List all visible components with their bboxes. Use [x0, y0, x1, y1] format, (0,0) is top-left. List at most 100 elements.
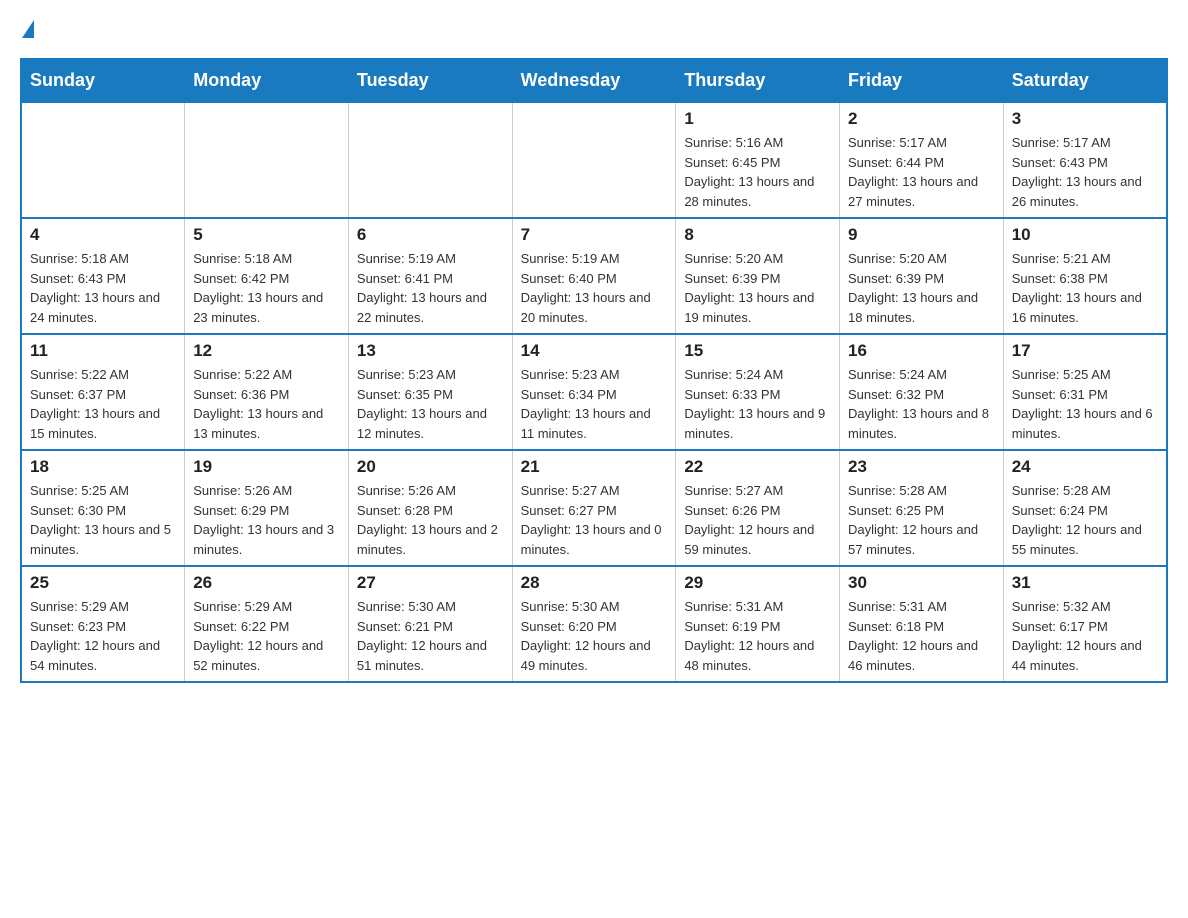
- calendar-header-monday: Monday: [185, 59, 349, 102]
- day-info: Sunrise: 5:25 AMSunset: 6:31 PMDaylight:…: [1012, 365, 1158, 443]
- calendar-cell: 12 Sunrise: 5:22 AMSunset: 6:36 PMDayligh…: [185, 334, 349, 450]
- day-number: 3: [1012, 109, 1158, 129]
- day-info: Sunrise: 5:28 AMSunset: 6:25 PMDaylight:…: [848, 481, 995, 559]
- calendar-week-row: 1 Sunrise: 5:16 AMSunset: 6:45 PMDaylight…: [21, 102, 1167, 218]
- calendar-header-row: SundayMondayTuesdayWednesdayThursdayFrid…: [21, 59, 1167, 102]
- calendar-cell: 10 Sunrise: 5:21 AMSunset: 6:38 PMDayligh…: [1003, 218, 1167, 334]
- day-info: Sunrise: 5:23 AMSunset: 6:35 PMDaylight:…: [357, 365, 504, 443]
- day-number: 7: [521, 225, 668, 245]
- day-info: Sunrise: 5:22 AMSunset: 6:37 PMDaylight:…: [30, 365, 176, 443]
- day-number: 2: [848, 109, 995, 129]
- day-number: 15: [684, 341, 831, 361]
- day-info: Sunrise: 5:21 AMSunset: 6:38 PMDaylight:…: [1012, 249, 1158, 327]
- calendar-cell: 11 Sunrise: 5:22 AMSunset: 6:37 PMDayligh…: [21, 334, 185, 450]
- calendar-header-thursday: Thursday: [676, 59, 840, 102]
- day-info: Sunrise: 5:16 AMSunset: 6:45 PMDaylight:…: [684, 133, 831, 211]
- day-info: Sunrise: 5:29 AMSunset: 6:22 PMDaylight:…: [193, 597, 340, 675]
- calendar-cell: 31 Sunrise: 5:32 AMSunset: 6:17 PMDayligh…: [1003, 566, 1167, 682]
- day-info: Sunrise: 5:31 AMSunset: 6:18 PMDaylight:…: [848, 597, 995, 675]
- calendar-cell: 23 Sunrise: 5:28 AMSunset: 6:25 PMDayligh…: [840, 450, 1004, 566]
- day-number: 19: [193, 457, 340, 477]
- day-number: 9: [848, 225, 995, 245]
- day-number: 6: [357, 225, 504, 245]
- day-info: Sunrise: 5:27 AMSunset: 6:27 PMDaylight:…: [521, 481, 668, 559]
- calendar-week-row: 11 Sunrise: 5:22 AMSunset: 6:37 PMDayligh…: [21, 334, 1167, 450]
- day-info: Sunrise: 5:23 AMSunset: 6:34 PMDaylight:…: [521, 365, 668, 443]
- calendar-cell: 24 Sunrise: 5:28 AMSunset: 6:24 PMDayligh…: [1003, 450, 1167, 566]
- day-info: Sunrise: 5:24 AMSunset: 6:33 PMDaylight:…: [684, 365, 831, 443]
- calendar-cell: 19Sunrise: 5:26 AMSunset: 6:29 PMDayligh…: [185, 450, 349, 566]
- day-number: 11: [30, 341, 176, 361]
- day-number: 27: [357, 573, 504, 593]
- day-number: 26: [193, 573, 340, 593]
- day-info: Sunrise: 5:20 AMSunset: 6:39 PMDaylight:…: [684, 249, 831, 327]
- day-info: Sunrise: 5:18 AMSunset: 6:43 PMDaylight:…: [30, 249, 176, 327]
- day-number: 30: [848, 573, 995, 593]
- calendar-cell: 5 Sunrise: 5:18 AMSunset: 6:42 PMDaylight…: [185, 218, 349, 334]
- calendar-cell: 16 Sunrise: 5:24 AMSunset: 6:32 PMDayligh…: [840, 334, 1004, 450]
- calendar-cell: 25 Sunrise: 5:29 AMSunset: 6:23 PMDayligh…: [21, 566, 185, 682]
- day-number: 25: [30, 573, 176, 593]
- calendar-cell: 20Sunrise: 5:26 AMSunset: 6:28 PMDayligh…: [348, 450, 512, 566]
- calendar-cell: 6Sunrise: 5:19 AMSunset: 6:41 PMDaylight…: [348, 218, 512, 334]
- day-info: Sunrise: 5:20 AMSunset: 6:39 PMDaylight:…: [848, 249, 995, 327]
- calendar-cell: 3 Sunrise: 5:17 AMSunset: 6:43 PMDaylight…: [1003, 102, 1167, 218]
- day-number: 4: [30, 225, 176, 245]
- day-info: Sunrise: 5:28 AMSunset: 6:24 PMDaylight:…: [1012, 481, 1158, 559]
- calendar-cell: 30 Sunrise: 5:31 AMSunset: 6:18 PMDayligh…: [840, 566, 1004, 682]
- calendar-cell: 4 Sunrise: 5:18 AMSunset: 6:43 PMDaylight…: [21, 218, 185, 334]
- calendar-cell: [348, 102, 512, 218]
- day-info: Sunrise: 5:24 AMSunset: 6:32 PMDaylight:…: [848, 365, 995, 443]
- day-number: 10: [1012, 225, 1158, 245]
- day-number: 20: [357, 457, 504, 477]
- calendar-header-saturday: Saturday: [1003, 59, 1167, 102]
- day-info: Sunrise: 5:27 AMSunset: 6:26 PMDaylight:…: [684, 481, 831, 559]
- day-info: Sunrise: 5:22 AMSunset: 6:36 PMDaylight:…: [193, 365, 340, 443]
- day-info: Sunrise: 5:31 AMSunset: 6:19 PMDaylight:…: [684, 597, 831, 675]
- calendar-cell: [21, 102, 185, 218]
- day-number: 5: [193, 225, 340, 245]
- calendar-cell: 21 Sunrise: 5:27 AMSunset: 6:27 PMDayligh…: [512, 450, 676, 566]
- calendar-table: SundayMondayTuesdayWednesdayThursdayFrid…: [20, 58, 1168, 683]
- calendar-cell: 9 Sunrise: 5:20 AMSunset: 6:39 PMDaylight…: [840, 218, 1004, 334]
- calendar-cell: 15 Sunrise: 5:24 AMSunset: 6:33 PMDayligh…: [676, 334, 840, 450]
- day-number: 18: [30, 457, 176, 477]
- calendar-cell: 13Sunrise: 5:23 AMSunset: 6:35 PMDayligh…: [348, 334, 512, 450]
- calendar-cell: 22 Sunrise: 5:27 AMSunset: 6:26 PMDayligh…: [676, 450, 840, 566]
- day-info: Sunrise: 5:17 AMSunset: 6:43 PMDaylight:…: [1012, 133, 1158, 211]
- day-info: Sunrise: 5:25 AMSunset: 6:30 PMDaylight:…: [30, 481, 176, 559]
- calendar-header-wednesday: Wednesday: [512, 59, 676, 102]
- calendar-cell: 29Sunrise: 5:31 AMSunset: 6:19 PMDayligh…: [676, 566, 840, 682]
- calendar-cell: 18 Sunrise: 5:25 AMSunset: 6:30 PMDayligh…: [21, 450, 185, 566]
- day-info: Sunrise: 5:19 AMSunset: 6:40 PMDaylight:…: [521, 249, 668, 327]
- calendar-cell: 7 Sunrise: 5:19 AMSunset: 6:40 PMDaylight…: [512, 218, 676, 334]
- calendar-cell: 2 Sunrise: 5:17 AMSunset: 6:44 PMDaylight…: [840, 102, 1004, 218]
- day-number: 17: [1012, 341, 1158, 361]
- day-number: 21: [521, 457, 668, 477]
- day-info: Sunrise: 5:32 AMSunset: 6:17 PMDaylight:…: [1012, 597, 1158, 675]
- calendar-header-tuesday: Tuesday: [348, 59, 512, 102]
- calendar-cell: 26 Sunrise: 5:29 AMSunset: 6:22 PMDayligh…: [185, 566, 349, 682]
- calendar-cell: 1 Sunrise: 5:16 AMSunset: 6:45 PMDaylight…: [676, 102, 840, 218]
- day-number: 24: [1012, 457, 1158, 477]
- calendar-cell: 28Sunrise: 5:30 AMSunset: 6:20 PMDayligh…: [512, 566, 676, 682]
- calendar-cell: [185, 102, 349, 218]
- page-header: [20, 20, 1168, 38]
- day-number: 1: [684, 109, 831, 129]
- calendar-week-row: 25 Sunrise: 5:29 AMSunset: 6:23 PMDayligh…: [21, 566, 1167, 682]
- day-info: Sunrise: 5:29 AMSunset: 6:23 PMDaylight:…: [30, 597, 176, 675]
- logo: [20, 20, 40, 38]
- calendar-week-row: 18 Sunrise: 5:25 AMSunset: 6:30 PMDayligh…: [21, 450, 1167, 566]
- calendar-week-row: 4 Sunrise: 5:18 AMSunset: 6:43 PMDaylight…: [21, 218, 1167, 334]
- day-number: 23: [848, 457, 995, 477]
- day-number: 12: [193, 341, 340, 361]
- day-info: Sunrise: 5:17 AMSunset: 6:44 PMDaylight:…: [848, 133, 995, 211]
- calendar-cell: 17 Sunrise: 5:25 AMSunset: 6:31 PMDayligh…: [1003, 334, 1167, 450]
- day-number: 22: [684, 457, 831, 477]
- calendar-header-friday: Friday: [840, 59, 1004, 102]
- day-info: Sunrise: 5:18 AMSunset: 6:42 PMDaylight:…: [193, 249, 340, 327]
- logo-triangle-icon: [22, 20, 34, 38]
- day-number: 31: [1012, 573, 1158, 593]
- day-number: 16: [848, 341, 995, 361]
- day-info: Sunrise: 5:30 AMSunset: 6:21 PMDaylight:…: [357, 597, 504, 675]
